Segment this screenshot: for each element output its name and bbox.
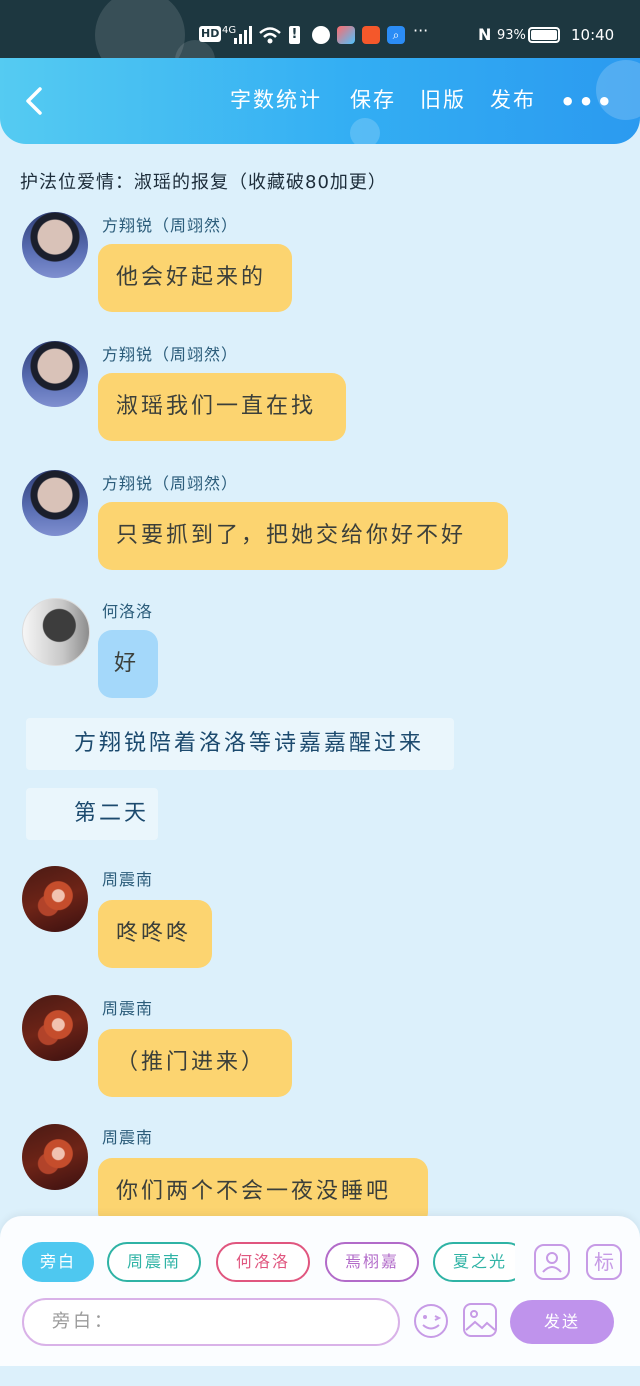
message-bubble: 好: [98, 630, 158, 698]
chat-message[interactable]: 周震南 你们两个不会一夜没睡吧: [0, 1122, 640, 1216]
alert-icon: !: [289, 26, 300, 44]
message-bubble: 淑瑶我们一直在找: [98, 373, 346, 441]
chat-message[interactable]: 方翔锐（周翊然） 他会好起来的: [0, 208, 640, 318]
message-bubble: 只要抓到了，把她交给你好不好: [98, 502, 508, 570]
message-input[interactable]: 旁白：: [22, 1298, 400, 1346]
compose-panel: 旁白 周震南 何洛洛 焉栩嘉 夏之光 标 旁白： 发送: [0, 1216, 640, 1366]
back-arrow-icon[interactable]: [20, 86, 50, 116]
role-chip-he-luoluo[interactable]: 何洛洛: [216, 1242, 310, 1282]
avatar: [22, 1124, 88, 1190]
app-icon: [362, 26, 380, 44]
add-role-icon[interactable]: [534, 1244, 570, 1280]
speaker-name: 方翔锐（周翊然）: [102, 216, 239, 235]
narration-text[interactable]: 方翔锐陪着洛洛等诗嘉嘉醒过来: [26, 718, 454, 770]
role-chip-zhou-zhennan[interactable]: 周震南: [107, 1242, 201, 1282]
chat-message[interactable]: 周震南 咚咚咚: [0, 864, 640, 974]
publish-button[interactable]: 发布: [490, 84, 536, 114]
chat-message[interactable]: 方翔锐（周翊然） 只要抓到了，把她交给你好不好: [0, 466, 640, 576]
avatar: [22, 598, 90, 666]
send-button[interactable]: 发送: [510, 1300, 614, 1344]
bottom-strip: [0, 1366, 640, 1386]
image-icon[interactable]: [462, 1302, 498, 1338]
role-chip-xia-zhiguang[interactable]: 夏之光: [433, 1242, 515, 1282]
avatar: [22, 866, 88, 932]
message-bubble: 咚咚咚: [98, 900, 212, 968]
decor-bubble: [350, 118, 380, 144]
avatar: [22, 212, 88, 278]
signal-icon: [234, 26, 252, 44]
avatar: [22, 995, 88, 1061]
avatar: [22, 470, 88, 536]
battery-icon: [528, 27, 560, 43]
emoji-icon[interactable]: [412, 1302, 450, 1340]
old-version-button[interactable]: 旧版: [420, 84, 466, 114]
chat-message[interactable]: 方翔锐（周翊然） 淑瑶我们一直在找: [0, 337, 640, 447]
more-notifications-icon: ···: [413, 21, 429, 40]
avatar: [22, 341, 88, 407]
speaker-name: 方翔锐（周翊然）: [102, 345, 239, 364]
save-button[interactable]: 保存: [350, 84, 396, 114]
wifi-icon: [259, 27, 281, 44]
hd-icon: HD: [199, 26, 222, 42]
chat-message[interactable]: 何洛洛 好: [0, 596, 640, 706]
app-icon: [337, 26, 355, 44]
role-chip-yan-xujia[interactable]: 焉栩嘉: [325, 1242, 419, 1282]
more-icon[interactable]: •••: [560, 88, 615, 116]
speaker-name: 周震南: [102, 870, 154, 889]
speaker-name: 方翔锐（周翊然）: [102, 474, 239, 493]
clock: 10:40: [571, 26, 615, 44]
narration-text[interactable]: 第二天: [26, 788, 158, 840]
speaker-name: 何洛洛: [102, 602, 154, 621]
search-app-icon: ⌕: [387, 26, 405, 44]
word-count-button[interactable]: 字数统计: [230, 84, 322, 114]
nfc-icon: N: [478, 25, 492, 44]
speaker-name: 周震南: [102, 999, 154, 1018]
message-bubble: （推门进来）: [98, 1029, 292, 1097]
role-chip-clip: 夏之光: [433, 1242, 515, 1282]
story-title: 护法位爱情：淑瑶的报复（收藏破80加更）: [20, 172, 387, 193]
status-bar: HD 4G ! ⌕ ··· N 93% 10:40: [0, 0, 640, 80]
speaker-name: 周震南: [102, 1128, 154, 1147]
battery-percent: 93%: [497, 28, 526, 43]
role-chip-narrator[interactable]: 旁白: [22, 1242, 94, 1282]
mark-button[interactable]: 标: [586, 1244, 622, 1280]
message-bubble: 你们两个不会一夜没睡吧: [98, 1158, 428, 1216]
chat-message[interactable]: 周震南 （推门进来）: [0, 993, 640, 1103]
message-bubble: 他会好起来的: [98, 244, 292, 312]
editor-header: 字数统计 保存 旧版 发布 •••: [0, 58, 640, 144]
app-icon: [312, 26, 330, 44]
